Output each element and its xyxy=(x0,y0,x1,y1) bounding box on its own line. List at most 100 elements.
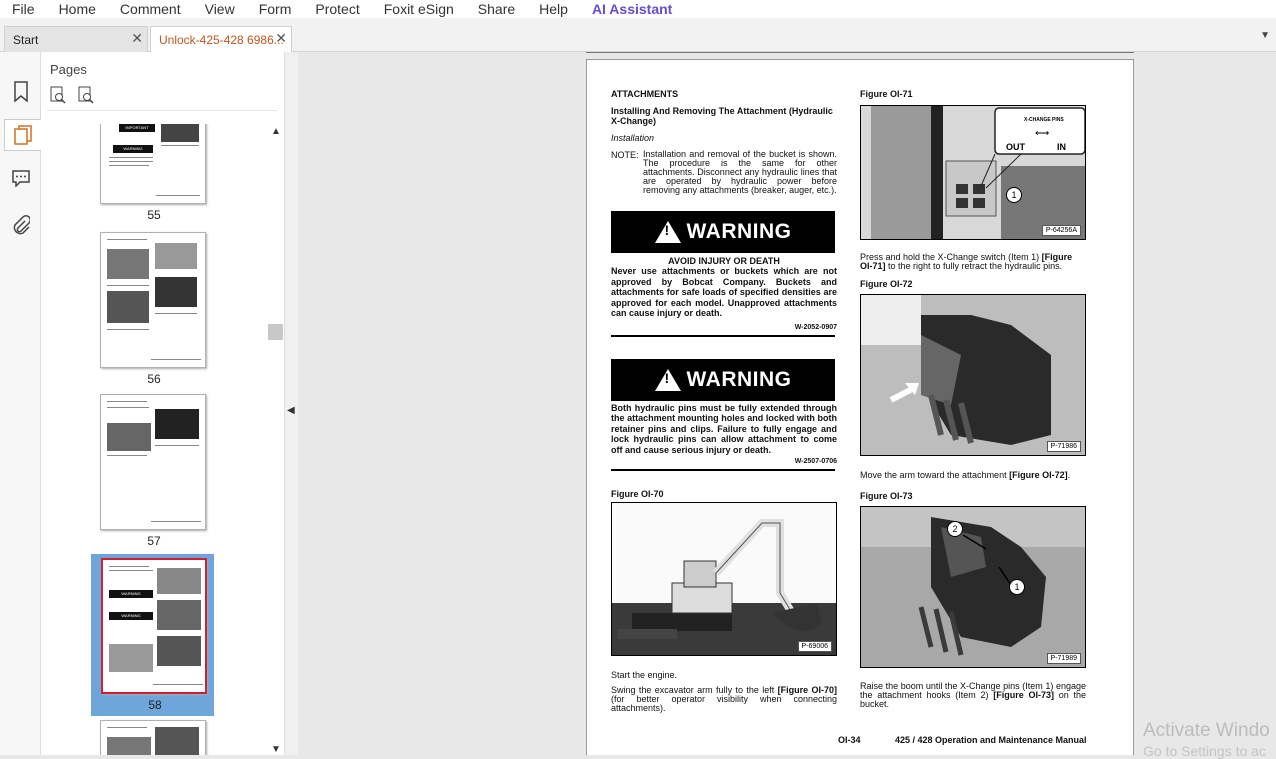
thumbnail-page: WARNING WARNING xyxy=(101,558,207,694)
in-label: IN xyxy=(1057,142,1066,152)
move-text: Move the arm toward the attachment [Figu… xyxy=(860,470,1071,480)
thumbnail-list: IMPORTANT WARNING 55 56 57 WARNING WARNI… xyxy=(41,124,269,755)
comment-icon[interactable] xyxy=(6,162,36,194)
warning-block-1: WARNING AVOID INJURY OR DEATH Never use … xyxy=(611,211,837,337)
thumbnail-58[interactable]: WARNING WARNING 58 xyxy=(101,558,209,712)
left-column: ATTACHMENTS Installing And Removing The … xyxy=(611,89,837,499)
page-zoom-in-icon[interactable] xyxy=(49,86,67,109)
scroll-up-icon[interactable]: ▲ xyxy=(271,126,281,137)
subheading: Installing And Removing The Attachment (… xyxy=(611,106,833,126)
figure-caption-70: Figure OI-70 xyxy=(611,489,664,499)
left-bottom-text: Start the engine. Swing the excavator ar… xyxy=(611,670,837,713)
warning-rule xyxy=(611,334,835,337)
warning-banner: WARNING xyxy=(611,211,835,253)
scrollbar-thumb[interactable] xyxy=(268,324,283,340)
pages-icon[interactable] xyxy=(4,119,41,151)
figure-oi-71-image: X-CHANGE PINS OUT IN ⟷ 1 P-64256A xyxy=(860,105,1086,240)
menu-view[interactable]: View xyxy=(205,1,235,17)
panel-title: Pages xyxy=(50,62,87,77)
activate-windows-subtext: Go to Settings to ac xyxy=(1143,743,1266,759)
tab-document[interactable]: Unlock-425-428 6986... ✕ xyxy=(150,26,292,52)
warning-text: Both hydraulic pins must be fully extend… xyxy=(611,402,837,455)
swing-text: Swing the excavator arm fully to the lef… xyxy=(611,685,837,713)
warning-icon xyxy=(654,221,681,243)
callout-2: 2 xyxy=(947,521,963,537)
thumb-warning-banner: WARNING xyxy=(109,612,153,620)
photo-code: P-69006 xyxy=(797,641,832,652)
figure-oi-70-image: P-69006 xyxy=(611,502,837,656)
attachment-icon[interactable] xyxy=(6,210,36,242)
chevron-left-icon[interactable]: ◀ xyxy=(287,405,295,416)
menu-foxit-esign[interactable]: Foxit eSign xyxy=(384,1,454,17)
note-text: Installation and removal of the bucket i… xyxy=(643,149,837,195)
close-icon[interactable]: ✕ xyxy=(131,30,143,47)
thumbnail-number: 58 xyxy=(148,698,162,712)
thumbnail-number: 56 xyxy=(147,372,161,386)
menu-home[interactable]: Home xyxy=(59,1,96,17)
warning-block-2: WARNING Both hydraulic pins must be full… xyxy=(611,358,837,471)
thumbnail-56[interactable]: 56 xyxy=(100,232,208,386)
scroll-down-icon[interactable]: ▼ xyxy=(271,744,281,755)
bookmark-icon[interactable] xyxy=(6,76,36,108)
close-icon[interactable]: ✕ xyxy=(275,30,287,47)
figure-oi-73-image: 2 1 P-71989 xyxy=(860,506,1086,668)
figure-caption-71: Figure OI-71 xyxy=(860,89,913,99)
menu-help[interactable]: Help xyxy=(539,1,568,17)
menu-share[interactable]: Share xyxy=(478,1,515,17)
warning-title: AVOID INJURY OR DEATH xyxy=(668,256,780,266)
figure-caption-73: Figure OI-73 xyxy=(860,491,913,501)
panel-collapse-handle[interactable]: ◀ xyxy=(284,52,298,755)
callout-1: 1 xyxy=(1009,579,1025,595)
document-page: ATTACHMENTS Installing And Removing The … xyxy=(586,59,1134,755)
warning-icon xyxy=(654,368,681,391)
pages-panel: Pages IMPORTANT WARNING 55 56 57 WARNING… xyxy=(41,52,284,755)
thumbnail-scrollbar[interactable]: ▲ ▼ xyxy=(268,124,283,755)
installation-label: Installation xyxy=(611,133,655,143)
warning-code: W-2052-0907 xyxy=(794,323,837,331)
tab-start-label: Start xyxy=(13,32,39,47)
warning-text: Never use attachments or buckets which a… xyxy=(611,266,837,318)
menu-protect[interactable]: Protect xyxy=(315,1,359,17)
footer-page-number: OI-34 xyxy=(838,735,861,745)
thumbnail-number: 57 xyxy=(147,534,161,548)
thumb-important-banner: IMPORTANT xyxy=(119,124,155,132)
tab-bar: Start ✕ Unlock-425-428 6986... ✕ ▼ xyxy=(0,18,1276,52)
menu-form[interactable]: Form xyxy=(259,1,292,17)
photo-code: P-64256A xyxy=(1041,225,1081,236)
xchange-pins-label: X-CHANGE PINS xyxy=(1024,117,1064,123)
thumb-warning-banner: WARNING xyxy=(113,145,153,153)
thumbnail-number: 55 xyxy=(147,208,161,222)
section-heading: ATTACHMENTS xyxy=(611,89,679,99)
thumbnail-55[interactable]: IMPORTANT WARNING 55 xyxy=(100,124,208,222)
previous-page-edge xyxy=(586,52,1134,53)
callout-1: 1 xyxy=(1006,187,1022,203)
chevron-down-icon[interactable]: ▼ xyxy=(1260,30,1270,41)
menu-file[interactable]: File xyxy=(12,1,35,17)
warning-rule xyxy=(611,469,835,471)
menu-bar: File Home Comment View Form Protect Foxi… xyxy=(0,0,1276,18)
thumb-warning-banner: WARNING xyxy=(109,590,153,598)
note-label: NOTE: xyxy=(611,150,639,160)
start-engine-text: Start the engine. xyxy=(611,670,678,680)
menu-ai-assistant[interactable]: AI Assistant xyxy=(592,1,672,17)
photo-code: P-71989 xyxy=(1046,653,1081,664)
thumbnail-57[interactable]: 57 xyxy=(100,394,208,548)
tab-document-label: Unlock-425-428 6986... xyxy=(159,32,284,47)
note: NOTE: Installation and removal of the bu… xyxy=(611,150,837,195)
panel-divider xyxy=(47,110,277,111)
tab-start[interactable]: Start ✕ xyxy=(4,26,148,52)
warning-code: W-2507-0706 xyxy=(794,458,837,465)
menu-comment[interactable]: Comment xyxy=(120,1,181,17)
page-zoom-out-icon[interactable] xyxy=(77,86,95,109)
document-view[interactable]: ATTACHMENTS Installing And Removing The … xyxy=(298,52,1276,755)
raise-text: Raise the boom until the X-Change pins (… xyxy=(860,681,1086,709)
warning-banner: WARNING xyxy=(611,358,835,401)
thumbnail-page xyxy=(100,394,206,530)
thumbnail-page: IMPORTANT WARNING xyxy=(100,124,206,204)
figure-oi-72-image: P-71986 xyxy=(860,294,1086,456)
activate-windows-watermark: Activate Windo xyxy=(1143,720,1270,741)
thumbnail-59[interactable] xyxy=(100,720,208,755)
thumbnail-page xyxy=(100,720,206,755)
figure-caption-72: Figure OI-72 xyxy=(860,279,913,289)
double-arrow-icon: ⟷ xyxy=(1035,128,1050,139)
